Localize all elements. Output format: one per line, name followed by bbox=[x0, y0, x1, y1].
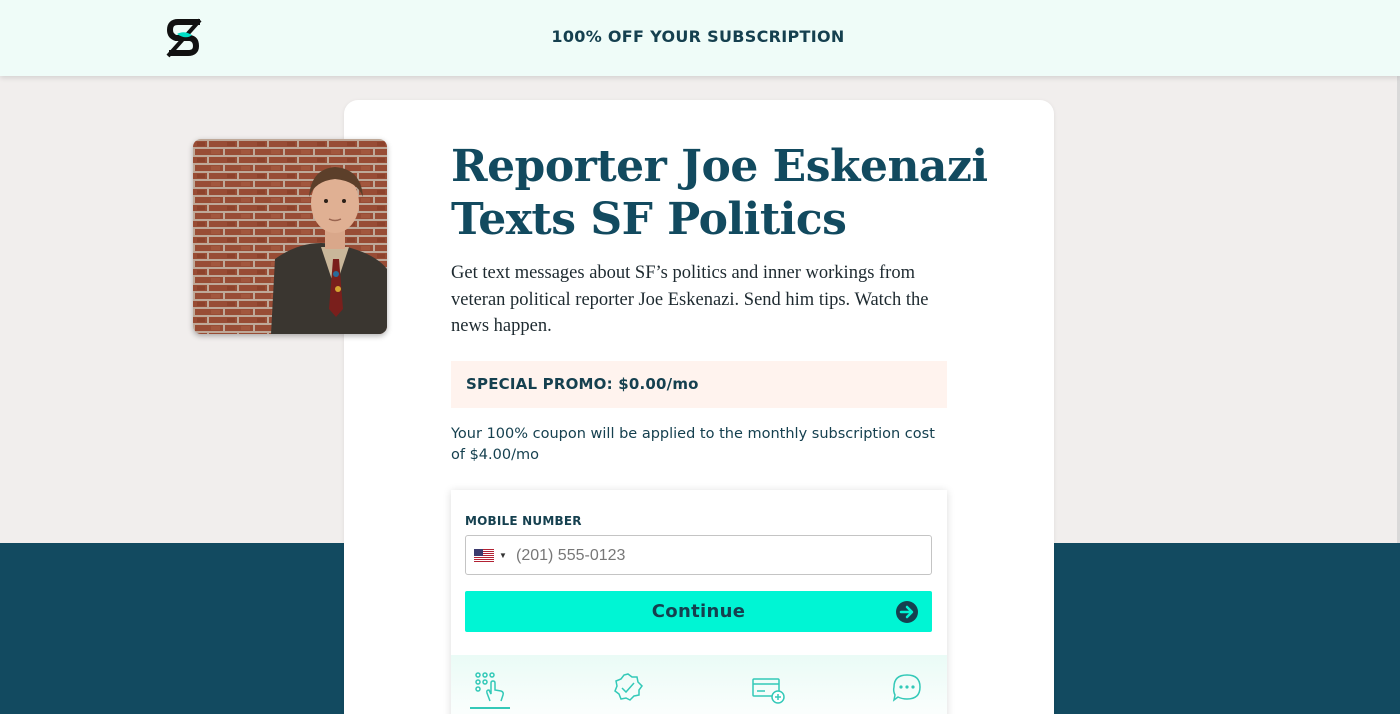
phone-input[interactable] bbox=[516, 544, 916, 568]
coupon-note: Your 100% coupon will be applied to the … bbox=[451, 426, 935, 463]
country-dropdown-caret-icon[interactable]: ▼ bbox=[499, 551, 507, 560]
phone-signup-form: MOBILE NUMBER ▼ Continue bbox=[451, 490, 947, 714]
signup-steps bbox=[451, 655, 947, 714]
title-line-2: Texts SF Politics bbox=[451, 194, 847, 245]
description: Get text messages about SF’s politics an… bbox=[451, 263, 929, 336]
page-title: Reporter Joe Eskenazi Texts SF Politics bbox=[451, 140, 1011, 246]
add-card-icon[interactable] bbox=[751, 671, 785, 705]
keypad-tap-icon[interactable] bbox=[473, 671, 507, 705]
continue-button[interactable]: Continue bbox=[465, 591, 932, 632]
chat-bubble-icon[interactable] bbox=[890, 671, 924, 705]
phone-field[interactable]: ▼ bbox=[465, 535, 932, 575]
mobile-number-label: MOBILE NUMBER bbox=[465, 514, 582, 528]
promo-label: SPECIAL PROMO: $0.00/mo bbox=[466, 375, 699, 393]
special-promo-box: SPECIAL PROMO: $0.00/mo bbox=[451, 361, 947, 408]
us-flag-icon[interactable] bbox=[474, 549, 494, 562]
continue-label: Continue bbox=[651, 601, 746, 622]
active-step-indicator bbox=[470, 707, 510, 709]
top-header-bar: 100% OFF YOUR SUBSCRIPTION bbox=[0, 0, 1400, 76]
reporter-photo bbox=[193, 139, 387, 334]
verified-badge-icon[interactable] bbox=[611, 671, 645, 705]
title-line-1: Reporter Joe Eskenazi bbox=[451, 141, 988, 192]
arrow-right-circle-icon bbox=[896, 601, 918, 623]
promo-banner-text: 100% OFF YOUR SUBSCRIPTION bbox=[551, 27, 845, 46]
